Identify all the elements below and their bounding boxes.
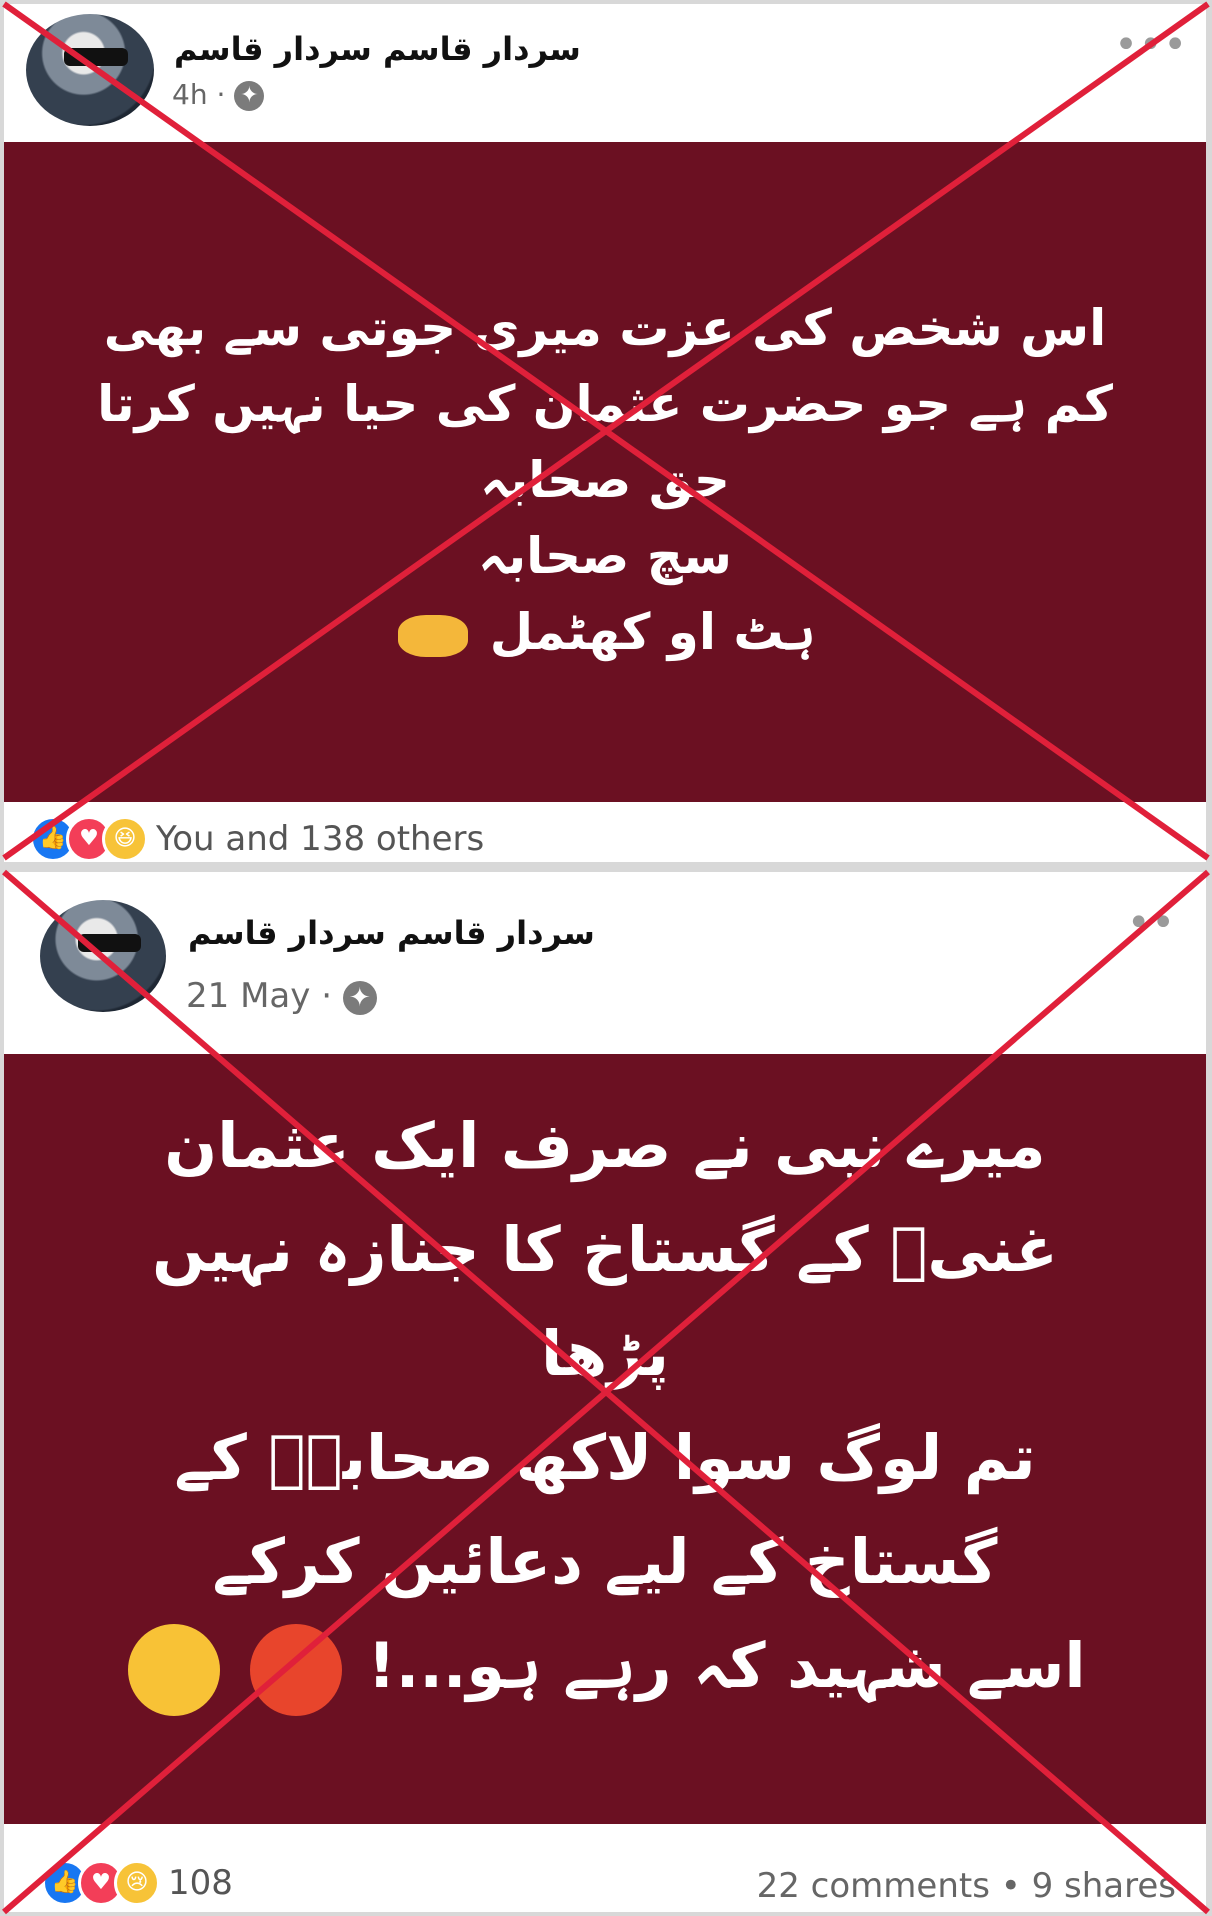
- post-text-line: غنیؓ کے گستاخ کا جنازہ نہیں: [152, 1213, 1058, 1286]
- post-text-line: حق صحابہ: [480, 451, 730, 509]
- post-text-line-wrapper: اسے شہید کہ رہے ہو...!: [4, 1614, 1206, 1718]
- reactions-count: 108: [168, 1863, 233, 1903]
- author-name[interactable]: سردار قاسم سردار قاسم: [174, 30, 581, 68]
- screenshot-frame: سردار قاسم سردار قاسم 4h · ✦ ••• اس شخص …: [0, 0, 1212, 1916]
- globe-icon: ✦: [342, 980, 377, 1015]
- post-text-line: گستاخ کے لیے دعائیں کرکے: [212, 1525, 998, 1598]
- post-text-line: پڑھا: [540, 1317, 670, 1390]
- post-text-line: میرے نبی نے صرف ایک عثمان: [164, 1109, 1046, 1182]
- post-text-line: سچ صحابہ: [478, 527, 732, 585]
- post-meta: 21 May · ✦: [186, 976, 377, 1016]
- angry-face-emoji-icon: [249, 1623, 342, 1716]
- meta-separator: ·: [216, 78, 226, 111]
- haha-reaction-icon: 😆: [102, 816, 148, 862]
- post-text-line: اس شخص کی عزت میری جوتی سے بھی: [103, 299, 1107, 357]
- post-meta: 4h · ✦: [172, 78, 265, 111]
- sad-reaction-icon: 😢: [114, 1860, 160, 1906]
- post-text-line: اسے شہید کہ رہے ہو...!: [367, 1629, 1086, 1702]
- author-avatar[interactable]: [40, 900, 166, 1012]
- comments-shares-count[interactable]: 22 comments • 9 shares: [757, 1866, 1176, 1906]
- more-options-icon[interactable]: •••: [1114, 22, 1188, 68]
- sunglasses-icon: [64, 47, 129, 66]
- facebook-post-1: سردار قاسم سردار قاسم 4h · ✦ ••• اس شخص …: [4, 4, 1206, 862]
- facebook-post-2: سردار قاسم سردار قاسم 21 May · ✦ •• میرے…: [4, 872, 1206, 1912]
- author-avatar[interactable]: [26, 14, 154, 126]
- post-text-line-wrapper: ہٹ او کھٹمل: [4, 594, 1206, 670]
- reactions-summary[interactable]: 👍 ♥ 😆 You and 138 others: [30, 816, 484, 862]
- post-text-line: کم ہے جو حضرت عثمان کی حیا نہیں کرتا: [97, 375, 1113, 433]
- globe-icon: ✦: [234, 81, 265, 111]
- pointing-hand-emoji-icon: [398, 614, 469, 657]
- post-time[interactable]: 4h: [172, 78, 208, 111]
- post-text-image: میرے نبی نے صرف ایک عثمان غنیؓ کے گستاخ …: [4, 1054, 1206, 1824]
- sunglasses-icon: [77, 933, 141, 952]
- post-text-line: ہٹ او کھٹمل: [489, 603, 816, 661]
- post-text-image: اس شخص کی عزت میری جوتی سے بھی کم ہے جو …: [4, 142, 1206, 802]
- reactions-summary[interactable]: 👍 ♥ 😢 108: [42, 1860, 233, 1906]
- reactions-text: You and 138 others: [156, 819, 485, 859]
- post-time[interactable]: 21 May: [186, 976, 310, 1016]
- author-name[interactable]: سردار قاسم سردار قاسم: [188, 914, 595, 952]
- meta-separator: ·: [321, 976, 332, 1016]
- more-options-icon[interactable]: ••: [1127, 900, 1176, 946]
- downcast-sweat-emoji-icon: [128, 1623, 221, 1716]
- post-text-line: تم لوگ سوا لاکھ صحابہؓ کے: [174, 1421, 1036, 1494]
